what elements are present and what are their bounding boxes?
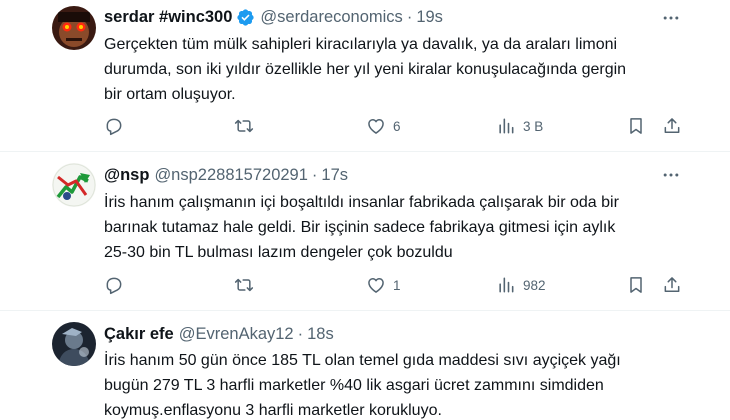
action-bar: 6 3 B (104, 115, 694, 137)
share-button[interactable] (662, 115, 682, 137)
avatar-nsp[interactable] (52, 163, 96, 207)
handle[interactable]: @nsp228815720291 (154, 166, 307, 185)
views-icon (499, 118, 514, 134)
avatar-cakir-efe[interactable] (52, 322, 96, 366)
more-icon[interactable] (660, 165, 682, 185)
retweet-button[interactable] (234, 115, 254, 137)
share-icon (664, 277, 680, 292)
reply-icon (106, 277, 122, 295)
handle[interactable]: @EvrenAkay12 (179, 325, 294, 344)
tweet-text-line: Gerçekten tüm mülk sahipleri kiracılarıy… (104, 36, 618, 53)
tweet-header: @nsp @nsp228815720291 · 17s (104, 165, 680, 185)
tweet-text: Gerçekten tüm mülk sahipleri kiracılarıy… (104, 32, 694, 107)
display-name[interactable]: Çakır efe (104, 325, 174, 344)
separator-dot: · (297, 324, 304, 343)
like-button[interactable]: 1 (366, 274, 401, 296)
tweet-text: İris hanım 50 gün önce 185 TL olan temel… (104, 348, 694, 420)
separator-dot: · (311, 165, 318, 184)
like-icon (368, 119, 384, 134)
tweet-text: İris hanım çalışmanın içi boşaltıldı ins… (104, 190, 694, 265)
display-name[interactable]: @nsp (104, 166, 149, 185)
reply-button[interactable] (104, 115, 124, 137)
share-icon (664, 118, 680, 133)
verified-badge-icon (236, 8, 255, 27)
more-icon[interactable] (660, 8, 682, 28)
views-button[interactable]: 982 (496, 274, 546, 296)
avatar-serdar[interactable] (52, 6, 96, 50)
view-count: 982 (523, 277, 546, 293)
retweet-icon (234, 278, 254, 292)
handle[interactable]: @serdareconomics (260, 8, 402, 27)
reply-icon (106, 118, 122, 136)
like-count: 1 (393, 277, 401, 293)
retweet-icon (234, 119, 254, 133)
separator-dot: · (406, 7, 413, 26)
like-button[interactable]: 6 (366, 115, 401, 137)
display-name[interactable]: serdar #winc300 (104, 8, 232, 27)
like-icon (368, 278, 384, 293)
tweet-1[interactable]: serdar #winc300 @serdareconomics · 19s G… (0, 0, 730, 152)
tweet-text-line: İris hanım çalışmanın içi boşaltıldı ins… (104, 194, 619, 211)
views-icon (499, 277, 514, 293)
timestamp[interactable]: 19s (416, 8, 443, 27)
tweet-3[interactable]: Çakır efe @EvrenAkay12 · 18s İris hanım … (0, 312, 730, 420)
timestamp[interactable]: 17s (321, 166, 348, 185)
bookmark-button[interactable] (626, 115, 646, 137)
tweet-header: Çakır efe @EvrenAkay12 · 18s (104, 324, 680, 344)
share-button[interactable] (662, 274, 682, 296)
retweet-button[interactable] (234, 274, 254, 296)
bookmark-button[interactable] (626, 274, 646, 296)
views-button[interactable]: 3 B (496, 115, 543, 137)
tweet-text-line: bir ortam oluşuyor. (104, 86, 236, 103)
tweet-header: serdar #winc300 @serdareconomics · 19s (104, 7, 680, 27)
bookmark-icon (630, 277, 642, 293)
bookmark-icon (630, 118, 642, 134)
tweet-text-line: 25-30 bin TL bulması lazım dengeler çok … (104, 244, 453, 261)
tweet-text-line: durumda, son iki yıldır özellikle her yı… (104, 61, 627, 78)
view-count: 3 B (523, 118, 544, 134)
tweet-2[interactable]: @nsp @nsp228815720291 · 17s İris hanım ç… (0, 153, 730, 311)
tweet-text-line: koymuş.enflasyonu 3 harfli marketler kor… (104, 402, 442, 419)
action-bar: 1 982 (104, 274, 694, 296)
tweet-text-line: barınak tutamaz hale geldi. Bir işçinin … (104, 219, 616, 236)
reply-button[interactable] (104, 274, 124, 296)
like-count: 6 (393, 118, 401, 134)
timestamp[interactable]: 18s (307, 325, 334, 344)
tweet-text-line: İris hanım 50 gün önce 185 TL olan temel… (104, 352, 621, 369)
tweet-text-line: bugün 279 TL 3 harfli marketler %40 lik … (104, 377, 604, 394)
